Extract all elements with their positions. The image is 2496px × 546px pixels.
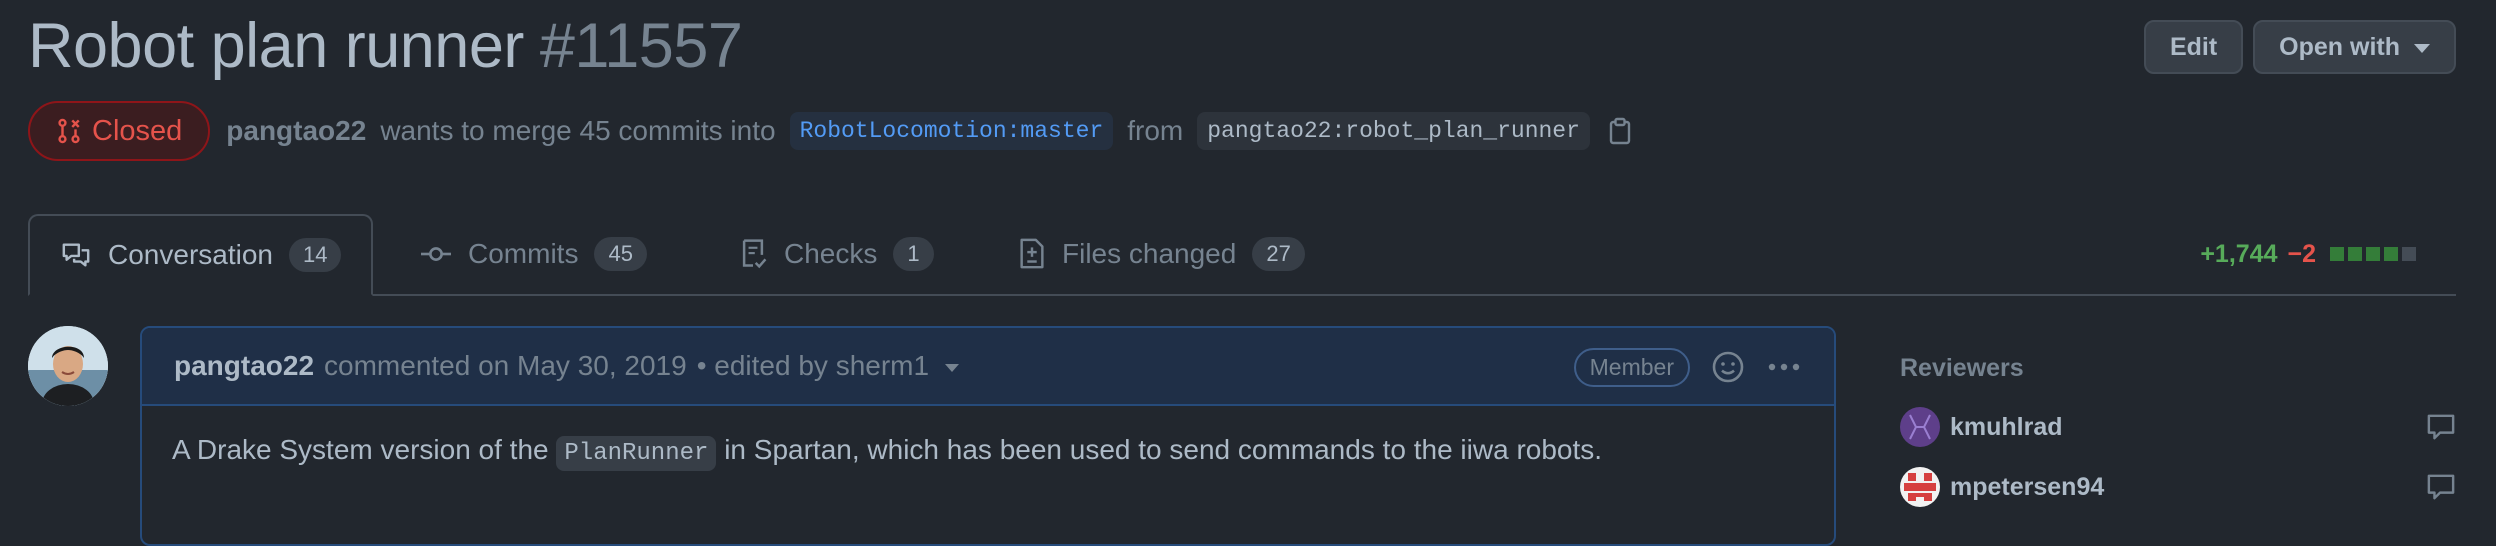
caret-down-icon[interactable] (945, 364, 960, 372)
copy-icon[interactable] (1608, 117, 1632, 145)
diffstat: +1,744 −2 (2200, 214, 2416, 294)
edited-by[interactable]: • edited by sherm1 (697, 350, 929, 382)
tab-checks[interactable]: Checks 1 (708, 214, 964, 294)
pr-actions: Edit Open with (2143, 20, 2456, 74)
comment-header: pangtao22 commented on May 30, 2019 • ed… (142, 328, 1834, 406)
from-text: from (1127, 115, 1184, 146)
tab-counter: 45 (594, 237, 647, 271)
comment-box: pangtao22 commented on May 30, 2019 • ed… (140, 326, 1836, 546)
kebab-horizontal-icon[interactable] (1766, 351, 1802, 383)
tab-commits[interactable]: Commits 45 (390, 214, 677, 294)
comment-header-actions: Member (1573, 328, 1802, 406)
comment-body: A Drake System version of the PlanRunner… (142, 406, 1834, 495)
comment-icon (2427, 414, 2455, 440)
member-badge: Member (1573, 347, 1690, 387)
tab-files-changed[interactable]: Files changed 27 (988, 214, 1335, 294)
reviewer-item: mpetersen94 (1900, 457, 2456, 517)
comment-discussion-icon (62, 243, 90, 267)
deletions-count: −2 (2287, 239, 2316, 268)
diffstat-blocks (2330, 247, 2416, 261)
file-diff-icon (1020, 238, 1044, 269)
merge-text: wants to merge 45 commits into (380, 115, 776, 146)
head-branch[interactable]: pangtao22:robot_plan_runner (1197, 112, 1590, 150)
state-badge: Closed (28, 101, 211, 161)
reviewer-avatar[interactable] (1900, 407, 1940, 447)
open-with-button[interactable]: Open with (2253, 20, 2456, 74)
comment-author[interactable]: pangtao22 (174, 350, 314, 382)
base-branch[interactable]: RobotLocomotion:master (789, 112, 1114, 150)
git-commit-icon (421, 247, 451, 261)
additions-count: +1,744 (2200, 239, 2278, 268)
tab-conversation[interactable]: Conversation 14 (28, 214, 374, 296)
tab-counter: 14 (288, 238, 342, 272)
pr-meta: Closed pangtao22 wants to merge 45 commi… (28, 100, 1632, 162)
pr-number: #11557 (539, 11, 743, 81)
reviewer-avatar[interactable] (1900, 467, 1940, 507)
edit-button[interactable]: Edit (2143, 20, 2244, 74)
user-avatar-image (28, 326, 108, 406)
pr-tabs: Conversation 14 Commits 45 Checks 1 File… (28, 214, 2456, 296)
inline-code: PlanRunner (556, 436, 717, 471)
reviewer-item: kmuhlrad (1900, 397, 2456, 457)
sidebar: Reviewers kmuhlrad mpetersen94 (1900, 354, 2456, 517)
reviewer-name[interactable]: kmuhlrad (1950, 413, 2063, 442)
pr-title-row: Robot plan runner #11557 (28, 6, 743, 86)
caret-down-icon (2414, 43, 2430, 53)
pull-request-closed-icon (58, 118, 80, 144)
reviewer-name[interactable]: mpetersen94 (1950, 473, 2104, 502)
checklist-icon (742, 239, 767, 269)
reviewers-heading: Reviewers (1900, 354, 2024, 382)
smiley-icon[interactable] (1712, 351, 1744, 383)
avatar[interactable] (28, 326, 108, 406)
comment-timestamp[interactable]: commented on May 30, 2019 (324, 350, 687, 382)
tab-counter: 1 (893, 237, 934, 271)
pr-title: Robot plan runner #11557 (28, 11, 743, 81)
comment-icon (2427, 474, 2455, 500)
pr-author-link[interactable]: pangtao22 (226, 115, 366, 147)
tab-counter: 27 (1252, 237, 1305, 271)
